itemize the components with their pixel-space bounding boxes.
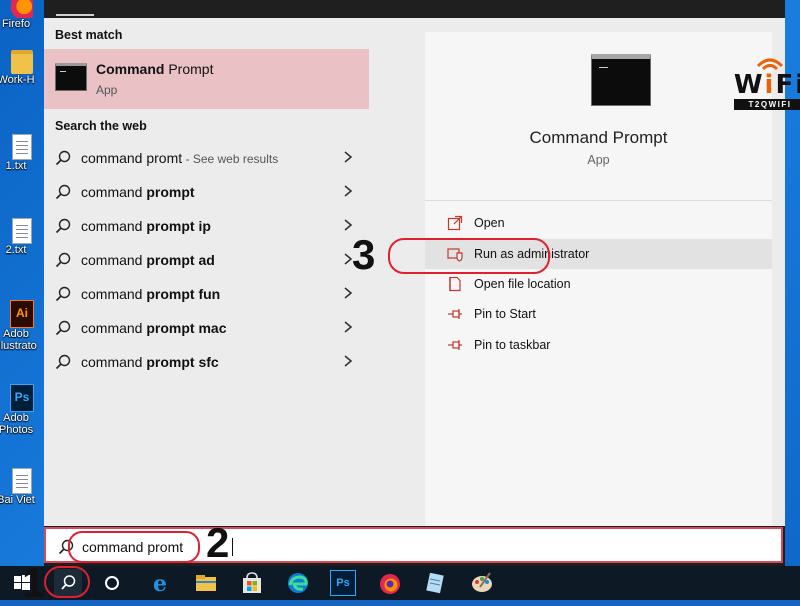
photoshop-icon[interactable]: Ps	[330, 570, 356, 596]
search-icon	[55, 286, 71, 302]
desktop-icon-label-2: Photos	[0, 424, 34, 436]
desktop-icon-1-txt[interactable]: 1.txt	[0, 134, 44, 172]
text-file-icon	[12, 218, 32, 244]
chevron-right-icon	[344, 321, 353, 333]
desktop-icon-photoshop[interactable]: Ps Adob Photos	[0, 384, 44, 436]
pin-icon	[448, 309, 462, 319]
annotation-ring-search-text	[68, 531, 200, 563]
desktop-icon-label: Bai Viet	[0, 494, 35, 506]
annotation-ring-search-button	[44, 566, 90, 598]
action-pin-to-start[interactable]: Pin to Start	[425, 299, 772, 329]
detail-title: Command Prompt	[529, 128, 668, 147]
search-icon	[55, 252, 71, 268]
desktop-icon-label: Work-H	[0, 74, 35, 86]
open-icon	[447, 215, 463, 231]
search-icon	[55, 354, 71, 370]
search-icon	[55, 184, 71, 200]
divider	[425, 200, 772, 201]
web-result-item[interactable]: command prompt fun	[44, 278, 369, 310]
svg-text:e: e	[153, 571, 167, 597]
best-match-type: App	[96, 83, 118, 97]
web-result-text: command prompt ip	[81, 218, 211, 234]
chevron-right-icon	[344, 185, 353, 197]
web-result-text: command prompt ad	[81, 252, 215, 268]
chevron-right-icon	[344, 287, 353, 299]
web-result-item[interactable]: command prompt sfc	[44, 346, 369, 378]
start-menu: Best match Command Prompt App Search the…	[44, 0, 800, 566]
store-icon[interactable]	[238, 569, 266, 597]
paint-icon[interactable]	[468, 569, 496, 597]
action-open[interactable]: Open	[425, 208, 772, 238]
web-result-item[interactable]: command prompt ad	[44, 244, 369, 276]
chevron-right-icon	[344, 355, 353, 367]
web-result-item[interactable]: command prompt mac	[44, 312, 369, 344]
firefox-icon	[11, 0, 33, 18]
best-match-name: Command Prompt	[96, 61, 214, 77]
desktop-icon-label: Adob	[3, 328, 29, 340]
text-file-icon	[12, 134, 32, 160]
desktop-icon-label: Firefo	[1, 18, 31, 30]
web-result-text: command prompt	[81, 184, 195, 200]
photoshop-icon: Ps	[10, 384, 34, 412]
text-file-icon	[12, 468, 32, 494]
desktop-icon-2-txt[interactable]: 2.txt	[0, 218, 44, 256]
step-3-label: 3	[352, 231, 376, 278]
web-result-text: command promt - See web results	[81, 150, 279, 166]
step-2-label: 2	[206, 519, 230, 566]
web-result-item[interactable]: command promt - See web results	[44, 142, 369, 174]
detail-card: Command Prompt App Open Run as administr…	[425, 32, 800, 526]
annotation-ring-run-as-admin	[388, 238, 550, 274]
action-label: Open	[474, 216, 505, 230]
chevron-right-icon	[344, 151, 353, 163]
web-result-text: command prompt fun	[81, 286, 221, 302]
file-location-icon	[449, 276, 461, 292]
web-result-text: command prompt mac	[81, 320, 227, 336]
desktop-icon-label: Adob	[3, 412, 29, 424]
edge-legacy-icon[interactable]: e	[146, 569, 174, 597]
folder-icon	[11, 50, 33, 74]
best-match-heading: Best match	[55, 28, 123, 42]
desktop-icon-work-folder[interactable]: Work-H	[0, 46, 44, 86]
text-caret	[232, 538, 233, 556]
pin-icon	[448, 340, 462, 350]
desktop-icon-label: 2.txt	[5, 244, 27, 256]
desktop-icon-illustrator[interactable]: Ai Adob Illustrato	[0, 300, 44, 352]
search-icon	[55, 320, 71, 336]
brand-logo: WiFi T2QWIFI	[726, 54, 800, 110]
desktop-icon-firefox[interactable]: Firefo	[0, 0, 44, 30]
active-tab-indicator	[56, 14, 94, 16]
desktop-icon-bai-viet[interactable]: Bai Viet	[0, 468, 44, 506]
action-label: Pin to Start	[474, 307, 536, 321]
search-results-pane: Best match Command Prompt App Search the…	[44, 18, 380, 526]
search-web-heading: Search the web	[55, 119, 147, 133]
action-pin-to-taskbar[interactable]: Pin to taskbar	[425, 330, 772, 360]
search-icon	[55, 150, 71, 166]
edge-icon[interactable]	[284, 569, 312, 597]
step-1-label: 1	[22, 559, 46, 606]
firefox-icon[interactable]	[376, 569, 404, 597]
web-result-item[interactable]: command prompt	[44, 176, 369, 208]
action-label: Open file location	[474, 277, 571, 291]
web-result-text: command prompt sfc	[81, 354, 219, 370]
command-prompt-icon	[591, 54, 651, 106]
web-result-item[interactable]: command prompt ip	[44, 210, 369, 242]
taskbar: e Ps	[0, 566, 800, 600]
best-match-item[interactable]: Command Prompt App	[44, 49, 369, 109]
desktop-icon-label: 1.txt	[5, 160, 27, 172]
file-explorer-icon[interactable]	[192, 569, 220, 597]
action-label: Pin to taskbar	[474, 338, 551, 352]
brand-subtitle: T2QWIFI	[734, 99, 800, 110]
desktop-icon-label-2: Illustrato	[0, 340, 37, 352]
illustrator-icon: Ai	[10, 300, 34, 328]
search-icon	[55, 218, 71, 234]
task-view-icon[interactable]	[98, 569, 126, 597]
command-prompt-icon	[55, 63, 87, 91]
detail-type: App	[587, 153, 610, 167]
notepad-icon[interactable]	[422, 569, 450, 597]
brand-wordmark: WiFi	[733, 70, 800, 100]
